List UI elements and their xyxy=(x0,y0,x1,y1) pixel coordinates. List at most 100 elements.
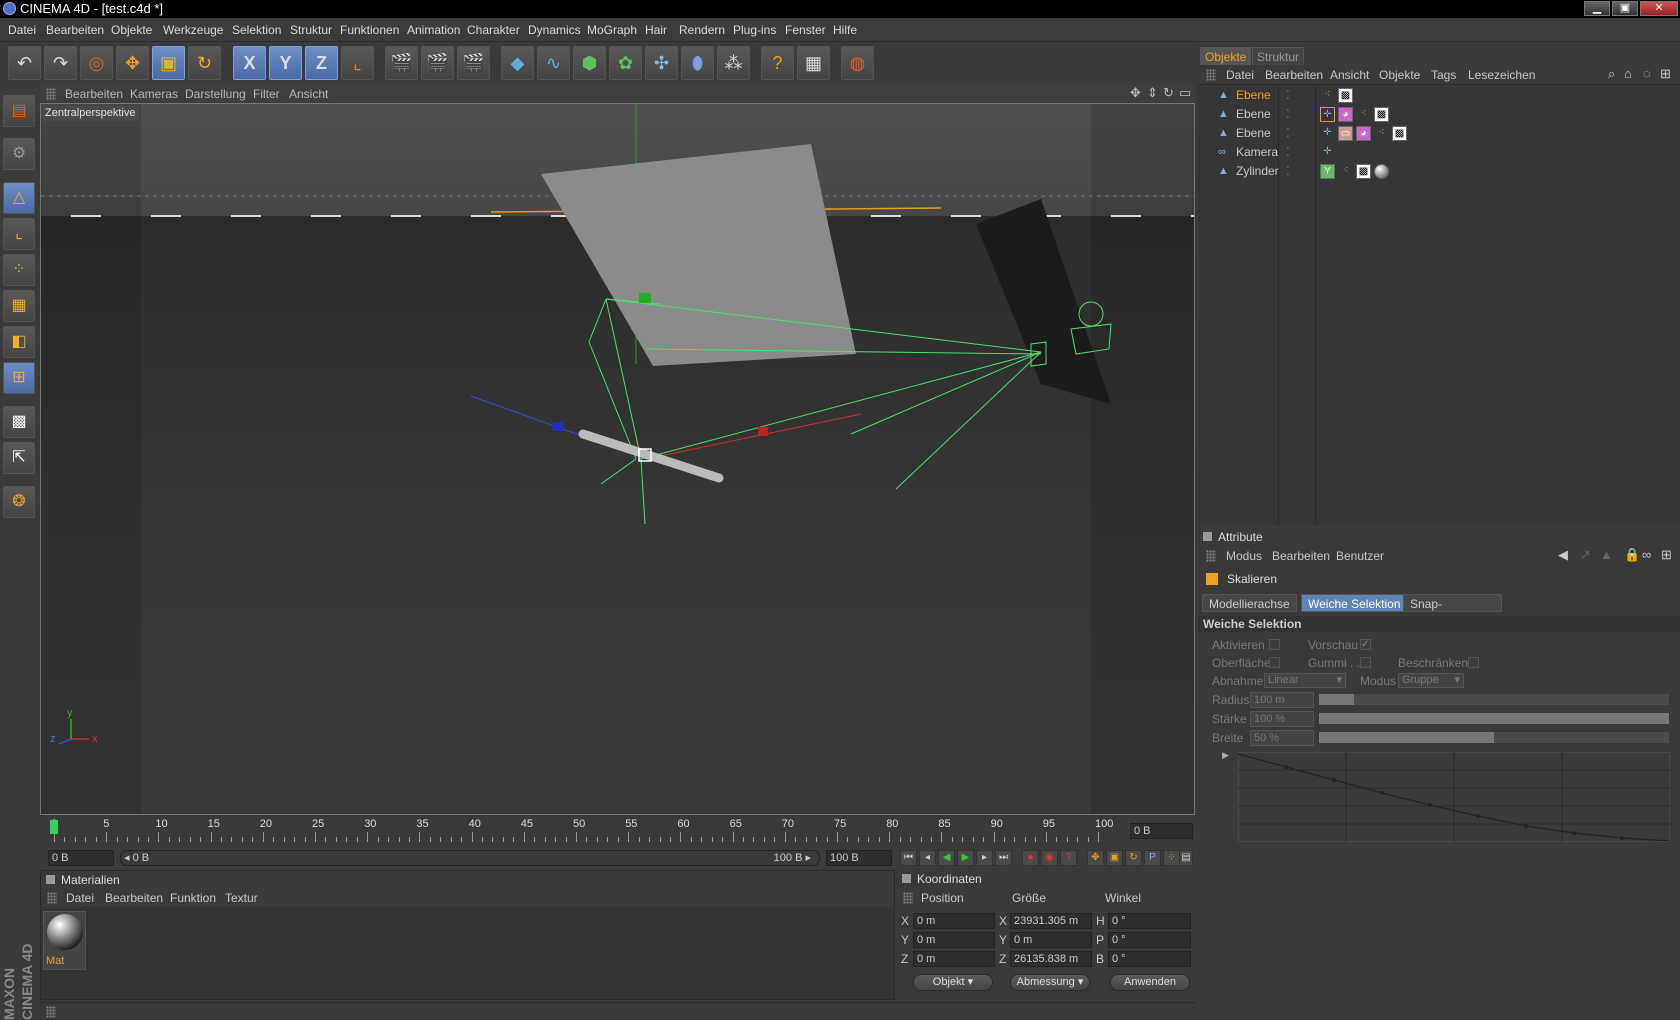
cube-button[interactable]: ◆ xyxy=(501,46,534,80)
current-frame-field[interactable]: 0 B xyxy=(1130,823,1193,839)
help-pointer-button[interactable]: ? xyxy=(761,46,794,80)
uvw-tag-icon[interactable]: Y xyxy=(1320,164,1335,179)
viewport-move-icon[interactable]: ✥ xyxy=(1130,85,1141,101)
viewport-rotate-icon[interactable]: ↻ xyxy=(1163,85,1174,101)
scale-button[interactable]: ▣ xyxy=(152,46,185,80)
tab-objekte[interactable]: Objekte xyxy=(1200,47,1252,65)
pos-z-field[interactable]: 0 m xyxy=(913,951,995,967)
mat-menu-datei[interactable]: Datei xyxy=(66,891,94,905)
array-button[interactable]: ✿ xyxy=(609,46,642,80)
visibility-dots-icon[interactable]: ⁚ xyxy=(1286,126,1290,140)
close-button[interactable]: ✕ xyxy=(1640,1,1678,16)
light-tag-icon[interactable]: ◕ xyxy=(1356,126,1371,141)
range-slider[interactable]: ◂ 0 B 100 B ▸ xyxy=(120,850,820,866)
snap-button[interactable]: ⇱ xyxy=(3,442,35,474)
vp-menu-darstellung[interactable]: Darstellung xyxy=(185,87,246,101)
menu-werkzeuge[interactable]: Werkzeuge xyxy=(163,23,223,37)
angle-h-field[interactable]: 0 ° xyxy=(1108,913,1191,929)
mat-menu-bearbeiten[interactable]: Bearbeiten xyxy=(105,891,163,905)
oberflaeche-checkbox[interactable] xyxy=(1269,657,1280,668)
menu-hilfe[interactable]: Hilfe xyxy=(833,23,857,37)
coordinate-system-button[interactable]: ⌞ xyxy=(341,46,374,80)
viewport-zoom-icon[interactable]: ⇕ xyxy=(1147,85,1158,101)
record-button[interactable]: ● xyxy=(1022,850,1039,866)
timeline-settings-button[interactable]: ▤ xyxy=(1179,850,1193,866)
object-row-ebene-3[interactable]: ▲ Ebene ⁚ ✛ ▭ ◕ ⁖ ▩ xyxy=(1198,124,1680,143)
render-picture-viewer-button[interactable]: 🎬 xyxy=(421,46,454,80)
object-row-zylinder[interactable]: ▲ Zylinder ⁚ Y ⁖ ▩ xyxy=(1198,162,1680,181)
attr-menu-bearbeiten[interactable]: Bearbeiten xyxy=(1272,549,1330,563)
menu-selektion[interactable]: Selektion xyxy=(232,23,281,37)
obj-menu-bearbeiten[interactable]: Bearbeiten xyxy=(1265,68,1323,82)
material-swatch[interactable]: Mat xyxy=(43,911,86,970)
panel-toggle-icon[interactable] xyxy=(902,874,911,883)
key-scale-button[interactable]: ▣ xyxy=(1106,850,1123,866)
texture-tag-icon[interactable]: ▩ xyxy=(1338,88,1353,103)
object-mode-button[interactable]: △ xyxy=(3,182,35,214)
undo-button[interactable]: ↶ xyxy=(8,46,41,80)
vp-menu-kameras[interactable]: Kameras xyxy=(130,87,178,101)
phong-tag-icon[interactable]: ⁖ xyxy=(1320,88,1335,103)
menu-datei[interactable]: Datei xyxy=(8,23,36,37)
phong-tag-icon[interactable]: ⁖ xyxy=(1338,164,1353,179)
sculpt-button[interactable]: ❂ xyxy=(3,486,35,518)
rotate-button[interactable]: ↻ xyxy=(188,46,221,80)
layout-button[interactable]: ▤ xyxy=(3,95,35,127)
camera-label[interactable]: Zentralperspektive xyxy=(42,106,139,121)
texture-mode-button[interactable]: ⊞ xyxy=(3,362,35,394)
subdivision-button[interactable]: ⬢ xyxy=(573,46,606,80)
texture-tag-icon[interactable]: ▩ xyxy=(1392,126,1407,141)
prev-frame-button[interactable]: ◂ xyxy=(919,850,936,866)
apply-button[interactable]: Anwenden xyxy=(1110,974,1190,991)
link-icon[interactable]: ∞ xyxy=(1642,547,1651,562)
vorschau-checkbox[interactable]: ✓ xyxy=(1360,639,1371,650)
panel-toggle-icon[interactable] xyxy=(1203,532,1212,541)
texture-tag-icon[interactable]: ▩ xyxy=(1374,107,1389,122)
goto-start-button[interactable]: ⏮ xyxy=(900,850,917,866)
up-arrow-icon[interactable]: ↗ xyxy=(1580,547,1591,563)
target-tag-icon[interactable]: ✛ xyxy=(1320,145,1335,160)
render-settings-button[interactable]: 🎬 xyxy=(457,46,490,80)
size-mode-dropdown[interactable]: Abmessung ▾ xyxy=(1010,974,1090,991)
menu-mograph[interactable]: MoGraph xyxy=(587,23,637,37)
beschraenken-checkbox[interactable] xyxy=(1468,657,1479,668)
pos-x-field[interactable]: 0 m xyxy=(913,913,995,929)
new-panel-icon[interactable]: ⊞ xyxy=(1661,547,1672,563)
size-y-field[interactable]: 0 m xyxy=(1010,932,1092,948)
z-scale-handle[interactable] xyxy=(553,422,563,431)
falloff-curve-graph[interactable] xyxy=(1238,752,1670,842)
view-icon[interactable]: ◌ xyxy=(1643,66,1651,81)
breite-field[interactable]: 50 % xyxy=(1250,730,1314,746)
maximize-button[interactable]: ▣ xyxy=(1612,1,1638,16)
aktivieren-checkbox[interactable] xyxy=(1269,639,1280,650)
gummi-checkbox[interactable] xyxy=(1360,657,1371,668)
menu-hair[interactable]: Hair xyxy=(645,23,667,37)
compositing-tag-icon[interactable]: ▭ xyxy=(1338,126,1353,141)
obj-menu-datei[interactable]: Datei xyxy=(1226,68,1254,82)
edges-mode-button[interactable]: ▦ xyxy=(3,290,35,322)
phong-tag-icon[interactable]: ⁖ xyxy=(1356,107,1371,122)
autokey-button[interactable]: ◉ xyxy=(1041,850,1058,866)
forward-arrow-icon[interactable]: ▲ xyxy=(1600,547,1613,562)
y-scale-handle[interactable] xyxy=(639,293,651,303)
obj-menu-tags[interactable]: Tags xyxy=(1431,68,1456,82)
lock-icon[interactable]: 🔒 xyxy=(1624,547,1640,563)
back-arrow-icon[interactable]: ◀ xyxy=(1558,547,1568,563)
spline-button[interactable]: ∿ xyxy=(537,46,570,80)
expand-arrow-icon[interactable]: ▶ xyxy=(1222,750,1229,761)
start-frame-field[interactable]: 0 B xyxy=(48,850,114,866)
points-mode-button[interactable]: ⁘ xyxy=(3,254,35,286)
key-position-button[interactable]: ✥ xyxy=(1087,850,1104,866)
vp-menu-filter[interactable]: Filter xyxy=(253,87,280,101)
tab-weiche-selektion[interactable]: Weiche Selektion xyxy=(1301,594,1408,612)
polygons-mode-button[interactable]: ◧ xyxy=(3,326,35,358)
timeline-ruler[interactable]: 0510152025303540455055606570758085909510… xyxy=(40,818,1125,846)
size-z-field[interactable]: 26135.838 m xyxy=(1010,951,1092,967)
deformer-button[interactable]: ✣ xyxy=(645,46,678,80)
menu-bearbeiten[interactable]: Bearbeiten xyxy=(46,23,104,37)
attr-menu-benutzer[interactable]: Benutzer xyxy=(1336,549,1384,563)
mat-menu-funktion[interactable]: Funktion xyxy=(170,891,216,905)
minimize-button[interactable]: ▁ xyxy=(1584,1,1610,16)
3d-viewport[interactable]: y z x xyxy=(40,103,1195,815)
web-button[interactable]: ◍ xyxy=(841,46,874,80)
